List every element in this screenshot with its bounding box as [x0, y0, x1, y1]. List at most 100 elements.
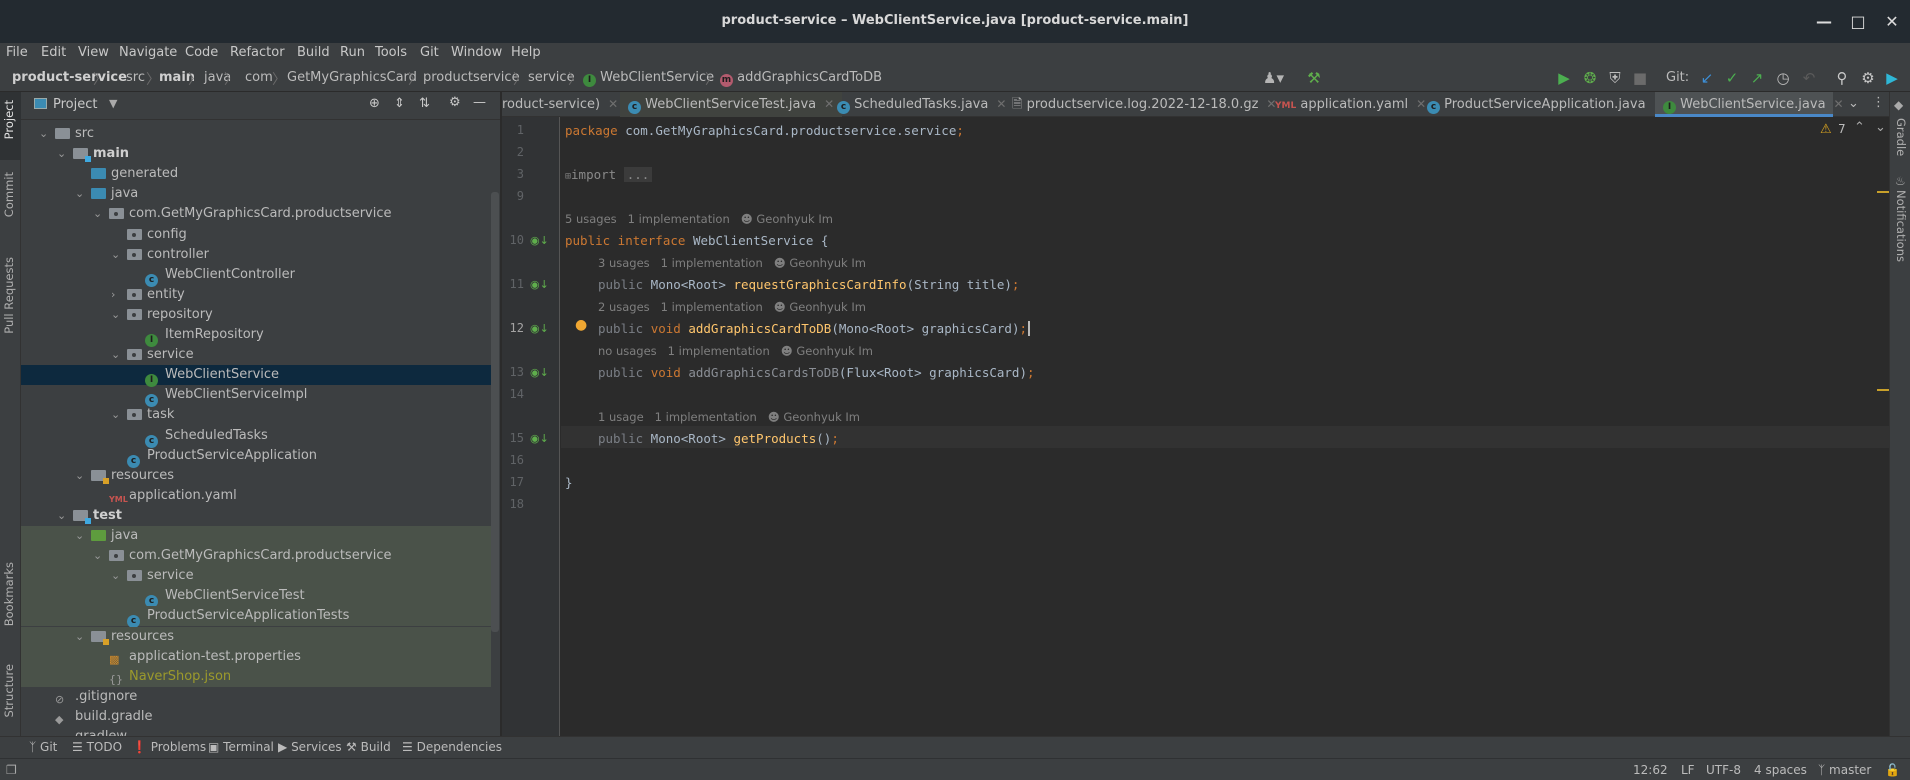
warning-count[interactable]: 7	[1838, 122, 1846, 136]
menu-view[interactable]: View	[78, 45, 109, 60]
close-icon[interactable]: ✕	[824, 97, 834, 111]
tree-item[interactable]: ⌄ src	[21, 124, 491, 144]
tool-services[interactable]: ▶ Services	[278, 740, 342, 754]
tab-scheduledtasks[interactable]: c ScheduledTasks.java ✕	[837, 92, 1006, 117]
breadcrumb-class[interactable]: I WebClientService	[583, 70, 714, 87]
tree-item[interactable]: c ProductServiceApplicationTests	[21, 606, 491, 629]
tree-item[interactable]: I WebClientService	[21, 365, 491, 388]
tool-structure[interactable]: Structure	[2, 664, 16, 718]
user-icon[interactable]: ♟▾	[1263, 69, 1284, 87]
implemented-icon[interactable]: ◉↓	[530, 432, 549, 445]
tree-item[interactable]: c WebClientServiceTest	[21, 586, 491, 609]
close-icon[interactable]: ✕	[1416, 97, 1426, 111]
tree-item[interactable]: generated	[21, 164, 491, 184]
chevron-right-icon[interactable]: ›	[111, 285, 123, 305]
gear-icon[interactable]: ⚙	[1858, 69, 1878, 87]
tree-item[interactable]: ▩ application-test.properties	[21, 646, 491, 667]
chevron-down-icon[interactable]: ⌄	[39, 124, 51, 144]
tree-item[interactable]: c WebClientServiceImpl	[21, 385, 491, 408]
history-icon[interactable]: ◷	[1773, 69, 1793, 87]
folded-imports[interactable]: ...	[623, 167, 653, 182]
tool-bookmarks[interactable]: Bookmarks	[2, 562, 16, 626]
breadcrumb-src[interactable]: src	[126, 70, 145, 85]
breadcrumb-productservice[interactable]: productservice	[423, 70, 520, 85]
implemented-icon[interactable]: ◉↓	[530, 234, 549, 247]
tab-product-service[interactable]: roduct-service) ✕	[502, 92, 618, 117]
menu-build[interactable]: Build	[297, 45, 330, 60]
stop-icon[interactable]: ■	[1630, 69, 1650, 87]
jetbrains-toolbox-icon[interactable]: ▶	[1882, 69, 1902, 87]
chevron-down-icon[interactable]: ⌄	[111, 305, 123, 325]
breadcrumb-project[interactable]: product-service	[12, 70, 127, 85]
close-button[interactable]: ✕	[1880, 10, 1904, 34]
menu-refactor[interactable]: Refactor	[230, 45, 285, 60]
search-icon[interactable]: ⚲	[1832, 69, 1852, 87]
code-vision-inlay[interactable]: 1 usage 1 implementation ☻ Geonhyuk Im	[598, 410, 860, 424]
tree-item[interactable]: ⌄ com.GetMyGraphicsCard.productservice	[21, 204, 491, 224]
tree-item[interactable]: I ItemRepository	[21, 325, 491, 347]
tree-item[interactable]: ⌄ main	[21, 144, 491, 164]
tab-list-chevron-icon[interactable]: ⌄	[1848, 96, 1859, 111]
menu-file[interactable]: File	[6, 45, 28, 60]
tool-build[interactable]: ⚒ Build	[346, 740, 391, 754]
lightbulb-icon[interactable]: ●	[575, 317, 587, 333]
warning-icon[interactable]: ⚠	[1820, 122, 1832, 137]
coverage-icon[interactable]: ⛨	[1605, 69, 1625, 87]
tree-item[interactable]: ⌄ controller	[21, 245, 491, 265]
menu-window[interactable]: Window	[451, 45, 502, 60]
chevron-down-icon[interactable]: ⌄	[111, 245, 123, 265]
hammer-build-icon[interactable]: ⚒	[1304, 69, 1324, 87]
code-vision-inlay[interactable]: no usages 1 implementation ☻ Geonhyuk Im	[598, 344, 873, 358]
close-icon[interactable]: ✕	[1834, 97, 1844, 111]
collapse-all-icon[interactable]: ⇅	[419, 96, 430, 111]
menu-help[interactable]: Help	[511, 45, 541, 60]
tree-item[interactable]: ⌄ test	[21, 506, 491, 526]
project-panel-title[interactable]: Project	[53, 97, 97, 112]
git-branch[interactable]: ᛉ master	[1818, 763, 1871, 777]
tab-productservice-log[interactable]: 🗎 productservice.log.2022-12-18.0.gz ✕	[1012, 92, 1276, 117]
menu-code[interactable]: Code	[185, 45, 218, 60]
caret-position[interactable]: 12:62	[1633, 763, 1668, 777]
git-push-icon[interactable]: ↗	[1747, 69, 1767, 87]
menu-edit[interactable]: Edit	[41, 45, 66, 60]
tool-notifications[interactable]: Notifications	[1894, 190, 1908, 262]
tab-webclientservice[interactable]: I WebClientService.java ✕	[1655, 92, 1844, 117]
menu-run[interactable]: Run	[340, 45, 365, 60]
tree-item[interactable]: ◆ build.gradle	[21, 707, 491, 727]
tool-pull-requests[interactable]: Pull Requests	[2, 257, 16, 334]
chevron-down-icon[interactable]: ⌄	[57, 144, 69, 164]
tool-dependencies[interactable]: ☰ Dependencies	[402, 740, 502, 754]
tree-item[interactable]: ⌄ task	[21, 405, 491, 425]
tree-item[interactable]: c WebClientController	[21, 265, 491, 287]
tree-item[interactable]: ⊘ .gitignore	[21, 687, 491, 707]
locate-file-icon[interactable]: ⊕	[369, 96, 380, 111]
tool-commit[interactable]: Commit	[2, 172, 16, 217]
indent-setting[interactable]: 4 spaces	[1754, 763, 1807, 777]
implemented-icon[interactable]: ◉↓	[530, 366, 549, 379]
tree-item[interactable]: ⌄ service	[21, 345, 491, 365]
tool-problems[interactable]: ❗ Problems	[132, 740, 206, 754]
file-encoding[interactable]: UTF-8	[1706, 763, 1741, 777]
chevron-down-icon[interactable]: ⌄	[93, 546, 105, 566]
close-icon[interactable]: ✕	[996, 97, 1006, 111]
lock-icon[interactable]: 🔓	[1885, 763, 1900, 777]
tool-project[interactable]: Project	[2, 100, 16, 139]
minimize-button[interactable]: —	[1812, 10, 1836, 34]
menu-navigate[interactable]: Navigate	[119, 45, 177, 60]
implemented-icon[interactable]: ◉↓	[530, 322, 549, 335]
code-vision-inlay[interactable]: 3 usages 1 implementation ☻ Geonhyuk Im	[598, 256, 866, 270]
tool-git[interactable]: ᛉ Git	[29, 740, 57, 754]
tool-todo[interactable]: ☰ TODO	[72, 740, 122, 754]
tree-item[interactable]: ⌄ resources	[21, 626, 491, 647]
tab-webclientservicetest[interactable]: c WebClientServiceTest.java ✕	[620, 92, 843, 117]
git-update-icon[interactable]: ↙	[1697, 69, 1717, 87]
tab-productserviceapplication[interactable]: c ProductServiceApplication.java✕	[1427, 92, 1664, 117]
tree-item[interactable]: ▷gradlew	[21, 727, 491, 736]
tree-item[interactable]: {} NaverShop.json	[21, 666, 491, 687]
chevron-down-icon[interactable]: ⌄	[75, 627, 87, 647]
git-commit-icon[interactable]: ✓	[1722, 69, 1742, 87]
tree-item[interactable]: c ScheduledTasks	[21, 426, 491, 448]
close-icon[interactable]: ✕	[608, 97, 618, 111]
rollback-icon[interactable]: ↶	[1799, 69, 1819, 87]
breadcrumb-method[interactable]: m addGraphicsCardToDB	[720, 70, 882, 87]
